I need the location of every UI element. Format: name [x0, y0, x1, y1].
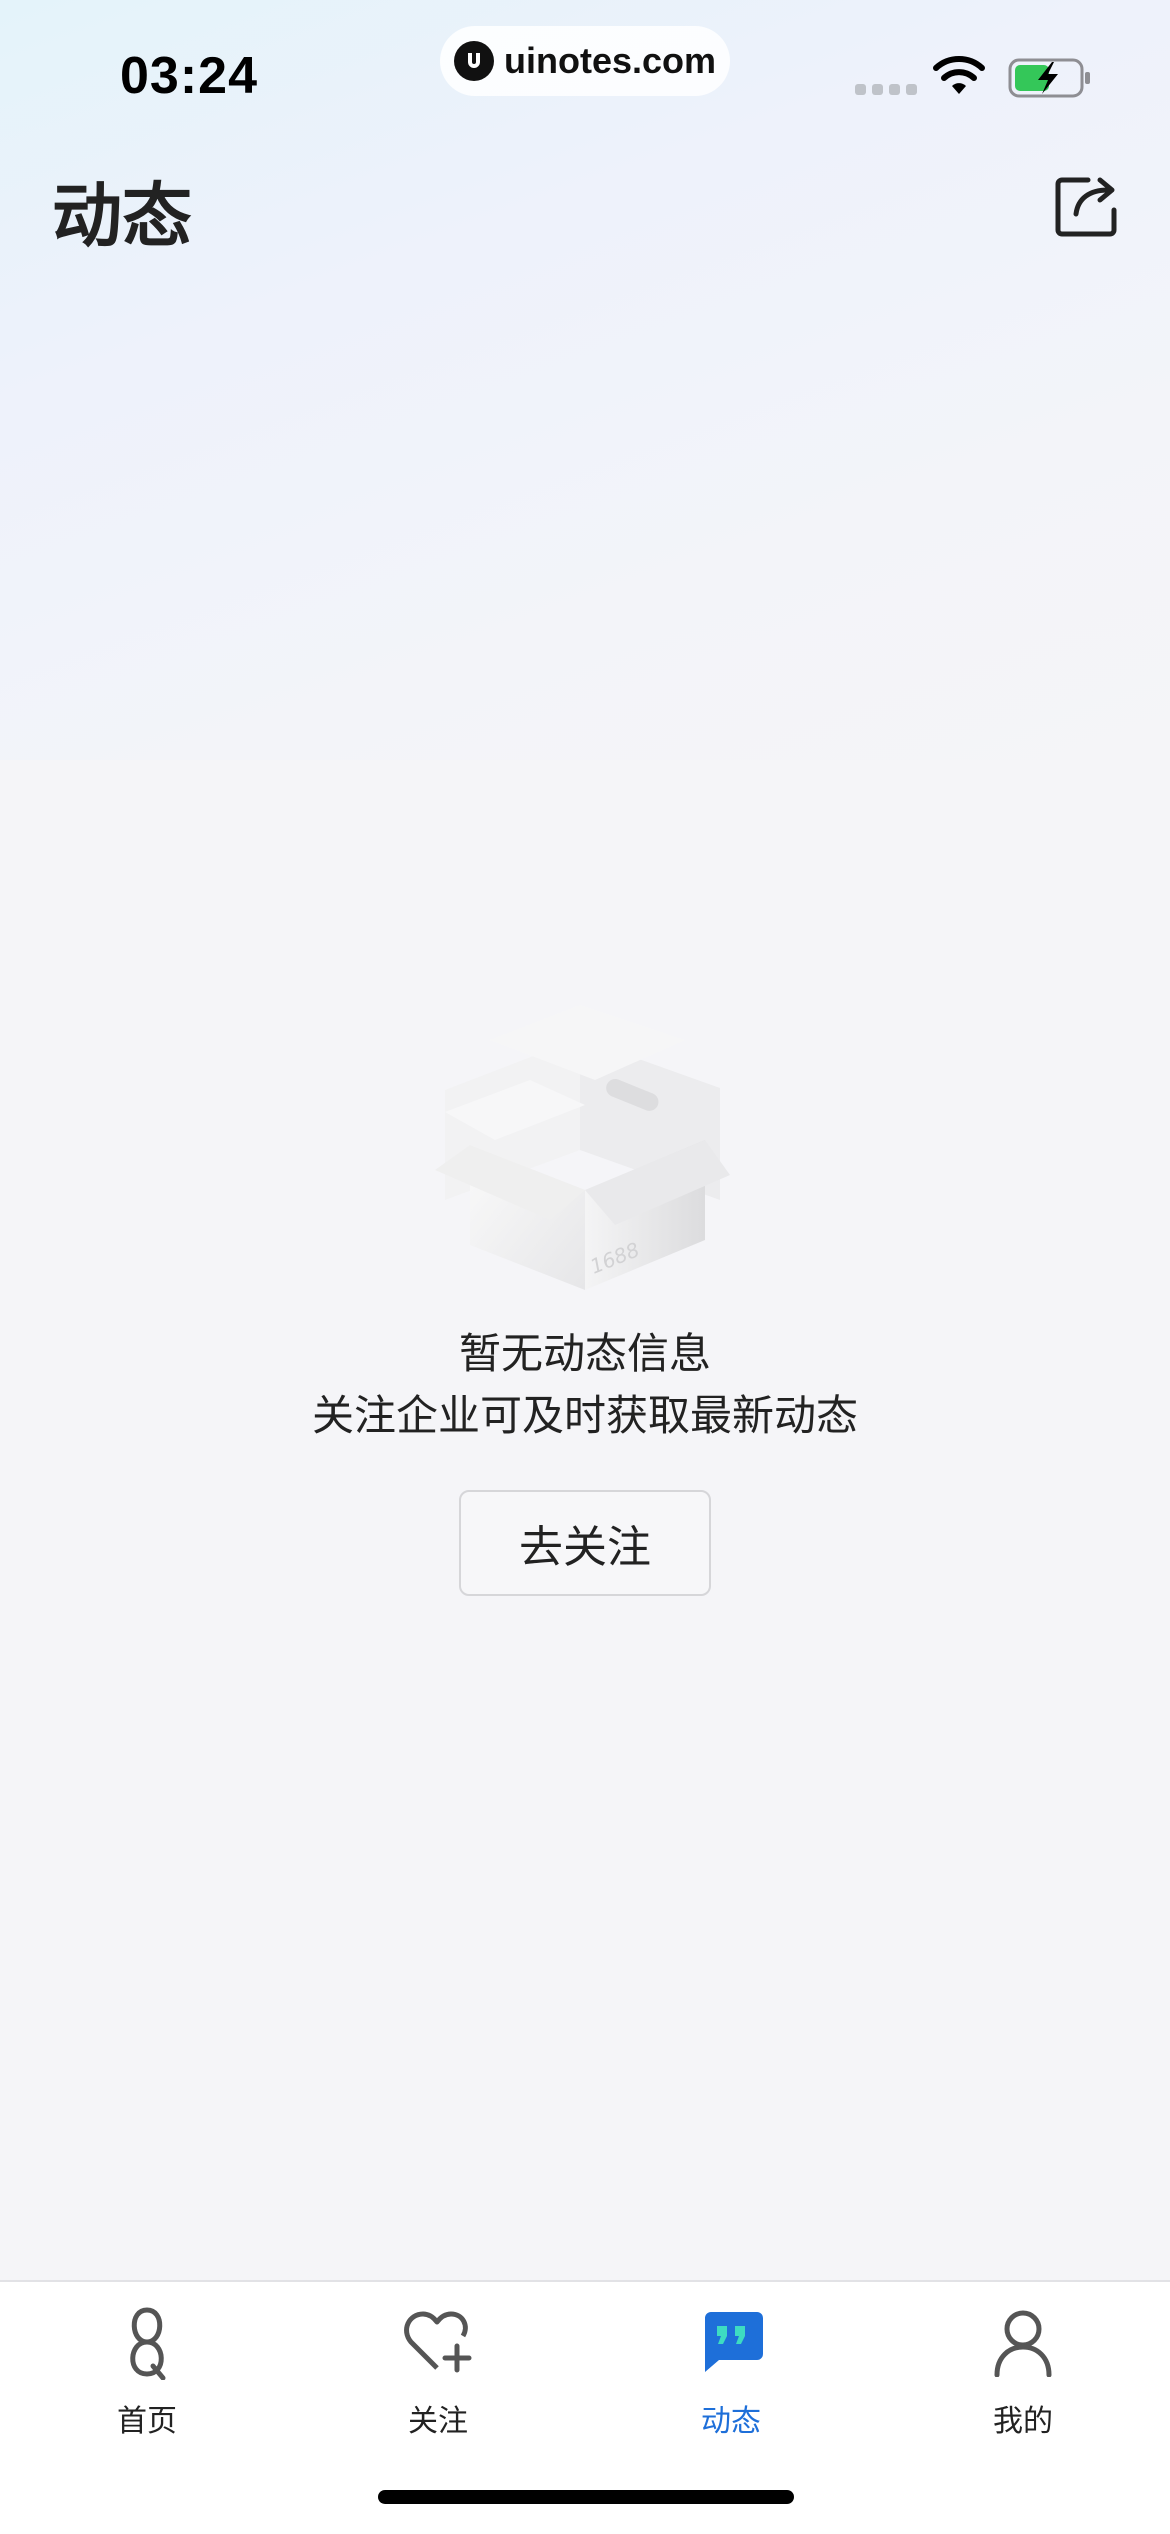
go-follow-button[interactable]: 去关注	[459, 1490, 711, 1596]
home-icon	[107, 2302, 187, 2382]
tab-feed[interactable]: 动态	[631, 2302, 831, 2442]
tab-label-feed: 动态	[701, 2404, 761, 2439]
tab-follow[interactable]: 关注	[338, 2302, 538, 2442]
status-bar: 03:24 uinotes.com	[0, 0, 1170, 150]
uinotes-logo-icon	[454, 41, 494, 81]
tab-label-me: 我的	[993, 2404, 1053, 2439]
chat-quote-icon	[691, 2302, 771, 2382]
cellular-signal-icon	[855, 84, 917, 95]
person-icon	[983, 2302, 1063, 2382]
heart-plus-icon	[398, 2302, 478, 2382]
home-indicator[interactable]	[378, 2490, 794, 2504]
empty-state-title: 暂无动态信息	[458, 1329, 711, 1378]
battery-charging-icon	[1008, 58, 1090, 98]
wifi-icon	[933, 56, 985, 94]
share-icon	[1055, 177, 1117, 237]
empty-state-subtitle: 关注企业可及时获取最新动态	[311, 1391, 858, 1440]
tab-me[interactable]: 我的	[923, 2302, 1123, 2442]
tab-home[interactable]: 首页	[47, 2302, 247, 2442]
share-button[interactable]	[1052, 170, 1122, 240]
empty-box-illustration: 1688	[430, 1000, 740, 1300]
tab-label-home: 首页	[117, 2404, 177, 2439]
tab-label-follow: 关注	[408, 2404, 468, 2439]
page-title: 动态	[52, 175, 192, 257]
url-text: uinotes.com	[504, 40, 717, 81]
url-pill: uinotes.com	[440, 26, 730, 96]
status-time: 03:24	[120, 47, 258, 105]
